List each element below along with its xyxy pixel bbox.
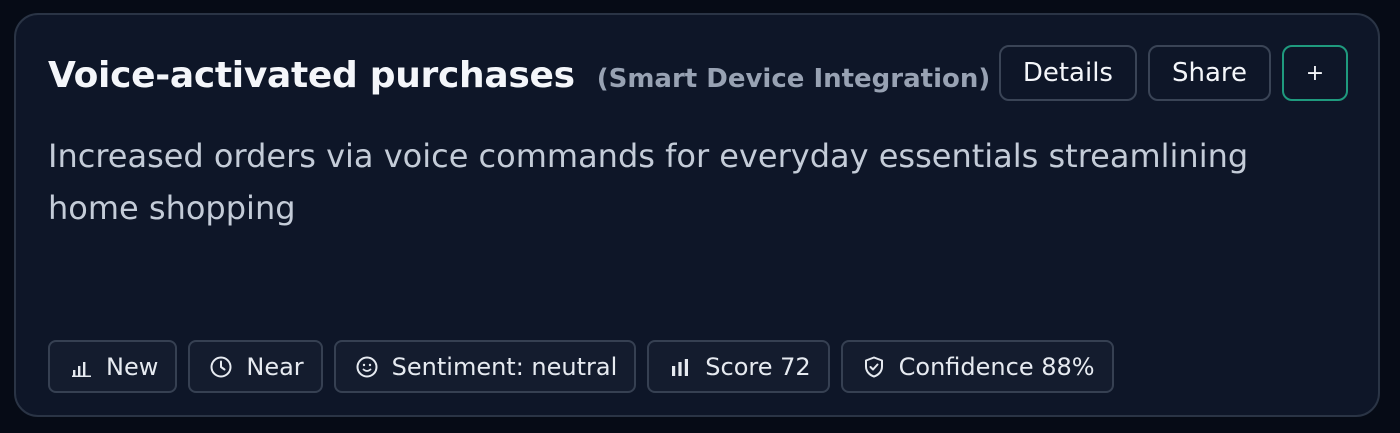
share-button[interactable]: Share — [1147, 45, 1271, 101]
shield-check-icon — [861, 354, 887, 380]
chip-score: Score 72 — [647, 340, 830, 393]
chip-status: New — [48, 340, 178, 393]
card-actions: Details Share + — [998, 45, 1348, 101]
chip-score-label: Score 72 — [705, 352, 811, 381]
card-header: Voice-activated purchases (Smart Device … — [48, 55, 990, 96]
chip-horizon: Near — [188, 340, 323, 393]
details-button[interactable]: Details — [998, 45, 1137, 101]
insight-card: Voice-activated purchases (Smart Device … — [14, 13, 1380, 417]
bar-chart-low-icon — [68, 354, 94, 380]
card-description: Increased orders via voice commands for … — [48, 137, 1249, 227]
chip-confidence: Confidence 88% — [840, 340, 1114, 393]
bar-chart-icon — [667, 354, 693, 380]
smile-face-icon — [354, 354, 380, 380]
tag-list: New Near Sentiment: neutral Score 72 Con… — [48, 340, 1114, 393]
clock-icon — [208, 354, 234, 380]
chip-sentiment-label: Sentiment: neutral — [391, 352, 618, 381]
add-button[interactable]: + — [1282, 45, 1348, 101]
card-category: (Smart Device Integration) — [596, 64, 991, 94]
chip-status-label: New — [106, 352, 159, 381]
card-title: Voice-activated purchases — [48, 55, 575, 96]
chip-horizon-label: Near — [246, 352, 304, 381]
chip-confidence-label: Confidence 88% — [898, 352, 1095, 381]
chip-sentiment: Sentiment: neutral — [333, 340, 637, 393]
